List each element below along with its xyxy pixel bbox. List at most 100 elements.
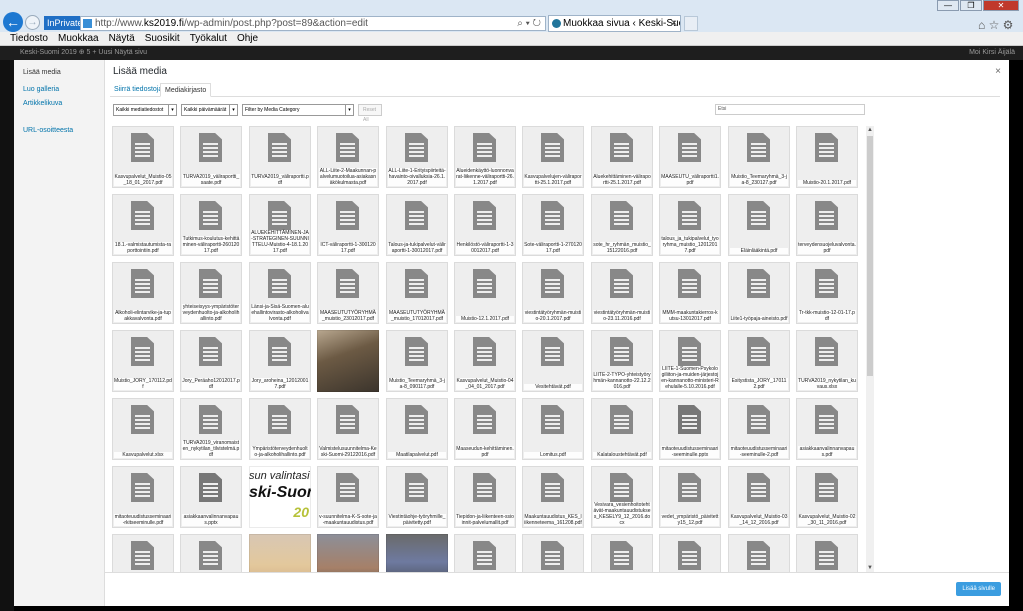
admin-bar-user[interactable]: Moi Kirsi Äijälä [969, 46, 1015, 60]
media-tile[interactable]: Sote-väliraportti-1-27012017.pdf [522, 194, 584, 256]
media-tile[interactable]: Maakuntauudistus_KES_liikenneteema_16120… [522, 466, 584, 528]
media-tile[interactable]: LIITE-2-TYPO-yhteistyöryhmän-kannanotto-… [591, 330, 653, 392]
media-tile[interactable]: ALL-Liite-2-Maakunnan-palvelumuotoilua-a… [317, 126, 379, 188]
date-select[interactable]: Kaikki päivämäärät ▾ [181, 104, 238, 116]
media-tile[interactable]: Vesitehtävät.pdf [522, 330, 584, 392]
menu-tools[interactable]: Työkalut [190, 32, 227, 46]
menu-edit[interactable]: Muokkaa [58, 32, 99, 46]
admin-bar-left[interactable]: Keski-Suomi 2019 ⊕ 5 + Uusi Näytä sivu [20, 46, 147, 60]
media-tile[interactable]: v-suunnitelma-K-S-sote-ja-maakuntauudist… [317, 466, 379, 528]
sidebar-item-create-gallery[interactable]: Luo galleria [23, 86, 59, 93]
menu-favorites[interactable]: Suosikit [145, 32, 180, 46]
media-tile[interactable]: 18.1.-valmistautumista-raporttointiin.pd… [112, 194, 174, 256]
forward-button[interactable]: → [25, 15, 40, 30]
tab-upload-files[interactable]: Siirrä tiedostoja [110, 83, 166, 97]
media-tile[interactable]: Vesivara_vesienhoitotehtävät-maakuntauud… [591, 466, 653, 528]
new-tab-button[interactable] [684, 16, 698, 31]
media-tile[interactable]: Alkoholi-elintarvike-ja-tupakkavalvonta.… [112, 262, 174, 324]
media-tile[interactable]: Liite1-työpaja-aineisto.pdf [728, 262, 790, 324]
media-tile[interactable] [112, 534, 174, 572]
media-tile[interactable]: Jory_aroheina_120120017.pdf [249, 330, 311, 392]
media-tile[interactable]: Länsi-ja-Sisä-Suomen-aluehallintovirasto… [249, 262, 311, 324]
scroll-up-icon[interactable]: ▲ [866, 126, 874, 134]
media-tile[interactable] [522, 534, 584, 572]
menu-file[interactable]: Tiedosto [10, 32, 48, 46]
media-tile[interactable]: Muistio_JORY_170112.pdf [112, 330, 174, 392]
scroll-thumb[interactable] [867, 136, 873, 376]
media-tile[interactable]: Kasvupalvelut.xlsx [112, 398, 174, 460]
media-tile[interactable]: viestintätyöryhmän-muistio-23.11.2016.pd… [591, 262, 653, 324]
media-tile[interactable]: Muistio-12.1.2017.pdf [454, 262, 516, 324]
media-tile[interactable]: Kasvupalvelut_Muistio-02_30_11_2016.pdf [796, 466, 858, 528]
media-tile[interactable]: Jory_Peräaho12012017.pdf [180, 330, 242, 392]
sidebar-item-add-media[interactable]: Lisää media [23, 69, 61, 76]
browser-tab[interactable]: Muokkaa sivua ‹ Keski-Suo... × [548, 15, 681, 32]
media-tile[interactable]: TURVA2019_väliraportti_saate.pdf [180, 126, 242, 188]
media-tile[interactable]: Alueidenkäyttö-luonnonvarat-liikenne-väl… [454, 126, 516, 188]
media-tile[interactable]: ALL-Liite-1-Erityispiirteitä-havainto-oi… [386, 126, 448, 188]
maximize-button[interactable]: ❐ [960, 0, 982, 11]
media-tile[interactable]: mitaoteuudistusseminaari-seeminulle.pptx [659, 398, 721, 460]
media-tile[interactable]: MMM-maakuntakierros-kutsu-13012017.pdf [659, 262, 721, 324]
media-tile[interactable]: Keski-Suomi-2019- [796, 534, 858, 572]
media-tile[interactable]: ALUEKEHITTÄMINEN-JA-STRATEGINEN-SUUNNITT… [249, 194, 311, 256]
category-select[interactable]: Filter by Media Category ▾ [242, 104, 354, 116]
sidebar-item-insert-from-url[interactable]: URL-osoitteesta [23, 127, 73, 134]
media-tile[interactable]: Kalataloustehtävät.pdf [591, 398, 653, 460]
media-tile[interactable]: Kasvupalvelut_Muistio-03_14_12_2016.pdf [728, 466, 790, 528]
insert-into-page-button[interactable]: Lisää sivulle [956, 582, 1001, 596]
media-tile[interactable] [386, 534, 448, 572]
back-button[interactable]: ← [3, 12, 23, 32]
media-tile[interactable]: Tiepidon-ja-liikenteen-ssioinnit-palvelu… [454, 466, 516, 528]
menu-view[interactable]: Näytä [109, 32, 135, 46]
media-tile[interactable]: yhteiseisyys-ympäristöterveydenhuolto-ja… [180, 262, 242, 324]
media-tile[interactable]: sun valintasi ski-Suomi 20 [249, 466, 311, 528]
window-close-button[interactable]: ✕ [983, 0, 1019, 11]
media-tile[interactable]: Talous-ja-tukipalvelut-väliraportti-1-30… [386, 194, 448, 256]
media-tile[interactable]: Maatilapalvelut.pdf [386, 398, 448, 460]
home-star-gear-icons[interactable]: ⌂ ☆ ⚙ [978, 18, 1013, 32]
media-tile[interactable]: MAASEUTUTYÖRYHMÄ_muistio_17012017.pdf [386, 262, 448, 324]
reset-filters-button[interactable]: Reset All Filters [358, 104, 382, 133]
minimize-button[interactable]: — [937, 0, 959, 11]
media-tile[interactable] [659, 534, 721, 572]
media-tile[interactable]: Tr-tkk-muistio-12-01-17.pdf [796, 262, 858, 324]
media-tile[interactable]: asiakkaanvalinnanvapaus.pptx [180, 466, 242, 528]
media-tile[interactable]: Esitystista_JORY_170112.pdf [728, 330, 790, 392]
media-tile[interactable]: Maaseudun-kehitt- [728, 534, 790, 572]
media-tile[interactable] [249, 534, 311, 572]
close-icon[interactable]: × [995, 66, 1001, 77]
media-tile[interactable]: LIITE-1-Suomen-Psykologiliiton-ja-muiden… [659, 330, 721, 392]
address-bar[interactable]: http://www.ks2019.fi/wp-admin/post.php?p… [80, 16, 546, 31]
media-tile[interactable]: Aluekehittäminen-väliraportti-25.1.2017.… [591, 126, 653, 188]
media-tile[interactable]: viestintätyöryhmän-muistio-20.1.2017.pdf [522, 262, 584, 324]
media-tile[interactable] [317, 534, 379, 572]
tab-media-library[interactable]: Mediakirjasto [160, 83, 212, 97]
media-tile[interactable]: TURVA2019_viranomaisten_nykytilan_tilvis… [180, 398, 242, 460]
media-tile[interactable]: Valmistelusuunnitelma-Keski-Suomi-291220… [317, 398, 379, 460]
media-tile[interactable]: talous_ja_tukipalvelut_tyoryhma_muistio_… [659, 194, 721, 256]
address-tools-icon[interactable]: ⌕ ▾ ↻ [517, 17, 541, 30]
scroll-down-icon[interactable]: ▼ [866, 564, 874, 572]
media-tile[interactable]: mitaoteuudistusseminaari-seeminulle-2.pd… [728, 398, 790, 460]
media-tile[interactable] [180, 534, 242, 572]
media-tile[interactable]: asiakkaanvalinnanvapaus.pdf [796, 398, 858, 460]
media-tile[interactable]: Ympäristöterveydenhuolto-ja-alkoholihall… [249, 398, 311, 460]
media-tile[interactable]: MAASEUTUTYÖRYHMÄ_muistio_23012017.pdf [317, 262, 379, 324]
media-tile[interactable]: Lomitus.pdf [522, 398, 584, 460]
media-tile[interactable]: terveydensuojeluvalvonta.pdf [796, 194, 858, 256]
tab-close-icon[interactable]: × [671, 16, 677, 31]
media-tile[interactable]: TURVA2019_nykytilan_kuvaus.xlsx [796, 330, 858, 392]
media-tile[interactable]: Henkilöstö-väliraportti-1-30012017.pdf [454, 194, 516, 256]
search-input[interactable]: Etsi [715, 104, 865, 115]
media-tile[interactable]: Tutkimus-koulutus-kehittäminen-välirapor… [180, 194, 242, 256]
sidebar-item-featured-image[interactable]: Artikkelikuva [23, 100, 62, 107]
media-tile[interactable]: mitaoteuudistusseminaari-rkitseeminulle.… [112, 466, 174, 528]
media-tile[interactable]: sote_hr_ryhmän_muistio_15122016.pdf [591, 194, 653, 256]
media-tile[interactable]: Kasvupalvelut_Muistio-04_04_01_2017.pdf [454, 330, 516, 392]
media-tile[interactable]: Muistio_Teemaryhmä_3-ja-8_230127.pdf [728, 126, 790, 188]
media-tile[interactable]: Viestintäohje-työryhmille_päivitetty.pdf [386, 466, 448, 528]
media-tile[interactable]: TURVA2019_väliraportti.pdf [249, 126, 311, 188]
media-tile[interactable]: Lomitus- [591, 534, 653, 572]
media-tile[interactable]: Muistio_Teemaryhmä_3-ja-8_090117.pdf [386, 330, 448, 392]
